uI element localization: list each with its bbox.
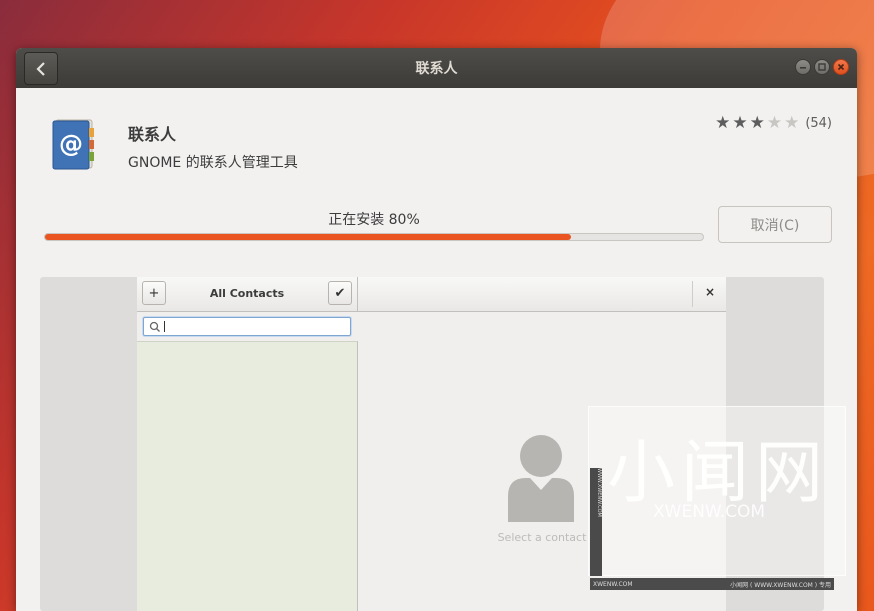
search-input (143, 317, 351, 336)
svg-text:@: @ (59, 130, 83, 158)
watermark-strip: WWW.XWENW.COM (590, 468, 602, 576)
watermark: 小闻网 XWENW.COM (588, 406, 846, 576)
contacts-header-title: All Contacts (209, 287, 285, 300)
watermark-footer: XWENW.COM 小闻网 ( WWW.XWENW.COM ) 专用 (590, 578, 834, 590)
select-button: ✔ (328, 281, 352, 305)
star-icon: ★ (715, 113, 731, 133)
minimize-button[interactable] (795, 59, 811, 75)
preview-close-icon: × (705, 285, 716, 299)
watermark-footer-left: XWENW.COM (593, 580, 633, 588)
contact-detail-header: × (358, 277, 726, 312)
star-icon: ★ (749, 113, 765, 133)
close-icon (837, 63, 845, 71)
text-cursor (164, 321, 165, 332)
window-controls (795, 59, 849, 75)
install-progress-bar (44, 233, 704, 241)
rating[interactable]: ★ ★ ★ ★ ★ (54) (715, 115, 832, 132)
install-status: 正在安装 80% (328, 212, 420, 228)
star-icon: ★ (766, 113, 783, 133)
header-separator (692, 281, 693, 307)
maximize-button[interactable] (814, 59, 830, 75)
cancel-button[interactable]: 取消(C) (718, 206, 832, 243)
close-button[interactable] (833, 59, 849, 75)
star-icon: ★ (732, 113, 748, 133)
watermark-footer-right: 小闻网 ( WWW.XWENW.COM ) 专用 (730, 581, 831, 589)
window-title: 联系人 (415, 61, 458, 77)
maximize-icon (818, 63, 826, 71)
titlebar: 联系人 (16, 48, 857, 88)
contacts-list-header: + All Contacts ✔ (137, 277, 358, 312)
app-description: GNOME 的联系人管理工具 (128, 155, 298, 171)
watermark-domain: XWENW.COM (653, 502, 766, 522)
minimize-icon (800, 67, 806, 69)
back-arrow-icon (36, 61, 45, 76)
star-icon: ★ (784, 113, 800, 133)
address-book-icon: @ (50, 118, 96, 176)
person-avatar-icon (508, 435, 574, 522)
search-icon (149, 321, 160, 332)
app-name: 联系人 (128, 125, 177, 144)
install-progress-fill (45, 234, 572, 240)
contacts-list (137, 341, 358, 611)
back-button[interactable] (24, 52, 58, 85)
review-count[interactable]: (54) (805, 116, 832, 131)
